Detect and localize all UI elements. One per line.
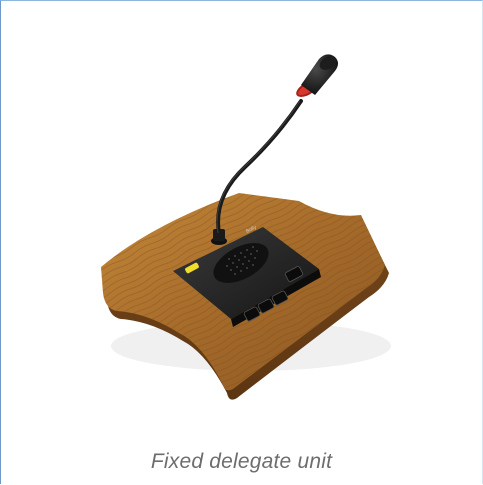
microphone-head [301,54,338,95]
product-photo: Bolly [101,54,391,400]
image-frame: Bolly Fixed delegate unit [0,0,483,484]
image-caption: Fixed delegate unit [150,450,333,473]
